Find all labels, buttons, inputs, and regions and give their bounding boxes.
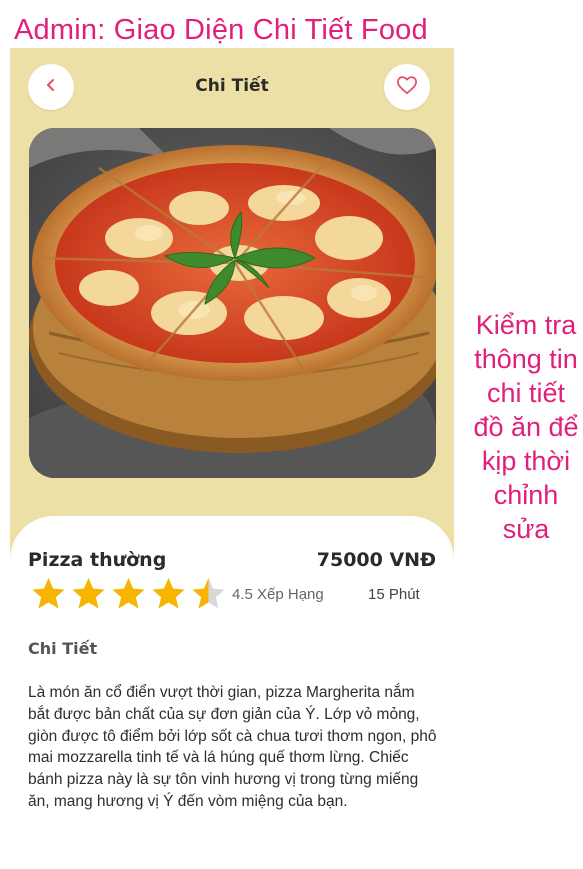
star-icon bbox=[72, 578, 105, 609]
rating-stars bbox=[30, 576, 227, 611]
star-icon bbox=[32, 578, 65, 609]
heart-outline-icon bbox=[396, 75, 418, 100]
food-description: Là món ăn cổ điển vượt thời gian, pizza … bbox=[28, 684, 437, 810]
food-image bbox=[29, 128, 436, 478]
slide-title: Admin: Giao Diện Chi Tiết Food bbox=[14, 14, 428, 46]
rating-label: 4.5 Xếp Hạng bbox=[232, 586, 324, 603]
star-icon bbox=[192, 578, 225, 609]
favorite-button[interactable] bbox=[384, 64, 430, 110]
star-icon bbox=[112, 578, 145, 609]
food-price: 75000 VNĐ bbox=[316, 549, 436, 571]
prep-time-label: 15 Phút bbox=[368, 586, 420, 603]
food-info-card: Pizza thường 75000 VNĐ 4.5 Xếp Hạng 15 P… bbox=[10, 516, 454, 869]
food-name: Pizza thường bbox=[28, 549, 167, 571]
star-icon bbox=[152, 578, 185, 609]
phone-screen: Chi Tiết Pizza thường 75000 VNĐ 4.5 Xếp … bbox=[10, 48, 454, 869]
header-area: Chi Tiết bbox=[10, 48, 454, 588]
details-heading: Chi Tiết bbox=[28, 639, 98, 658]
side-note: Kiểm tra thông tin chi tiết đồ ăn để kịp… bbox=[473, 310, 579, 544]
